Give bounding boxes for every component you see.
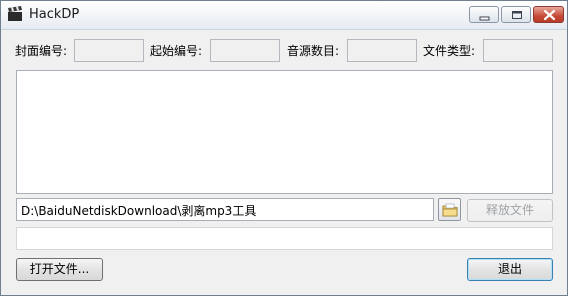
close-button[interactable] — [533, 6, 564, 23]
browse-button[interactable] — [438, 198, 461, 221]
path-input[interactable]: D:\BaiduNetdiskDownload\剥离mp3工具 — [16, 198, 434, 221]
file-list[interactable] — [16, 70, 553, 194]
maximize-button[interactable] — [501, 6, 531, 23]
start-number-field[interactable] — [210, 39, 280, 62]
clapperboard-icon — [7, 6, 23, 22]
window-title: HackDP — [29, 7, 80, 22]
open-file-button[interactable]: 打开文件... — [16, 258, 103, 281]
close-icon — [543, 9, 556, 21]
folder-icon — [442, 203, 458, 217]
release-file-button[interactable]: 释放文件 — [467, 199, 553, 222]
file-type-field[interactable] — [483, 39, 553, 62]
start-number-label: 起始编号: — [150, 44, 203, 58]
audio-count-field[interactable] — [347, 39, 417, 62]
main-window: HackDP 封面编号: 起始编号: 音源数目: 文件类型: D:\BaiduN… — [0, 0, 568, 296]
exit-button[interactable]: 退出 — [467, 258, 553, 281]
minimize-icon — [479, 16, 490, 21]
file-type-label: 文件类型: — [423, 44, 476, 58]
maximize-icon — [512, 11, 522, 19]
status-box — [16, 227, 553, 250]
cover-number-field[interactable] — [74, 39, 144, 62]
cover-number-label: 封面编号: — [15, 44, 68, 58]
minimize-button[interactable] — [469, 6, 499, 23]
title-bar[interactable]: HackDP — [1, 1, 567, 30]
audio-count-label: 音源数目: — [287, 44, 340, 58]
